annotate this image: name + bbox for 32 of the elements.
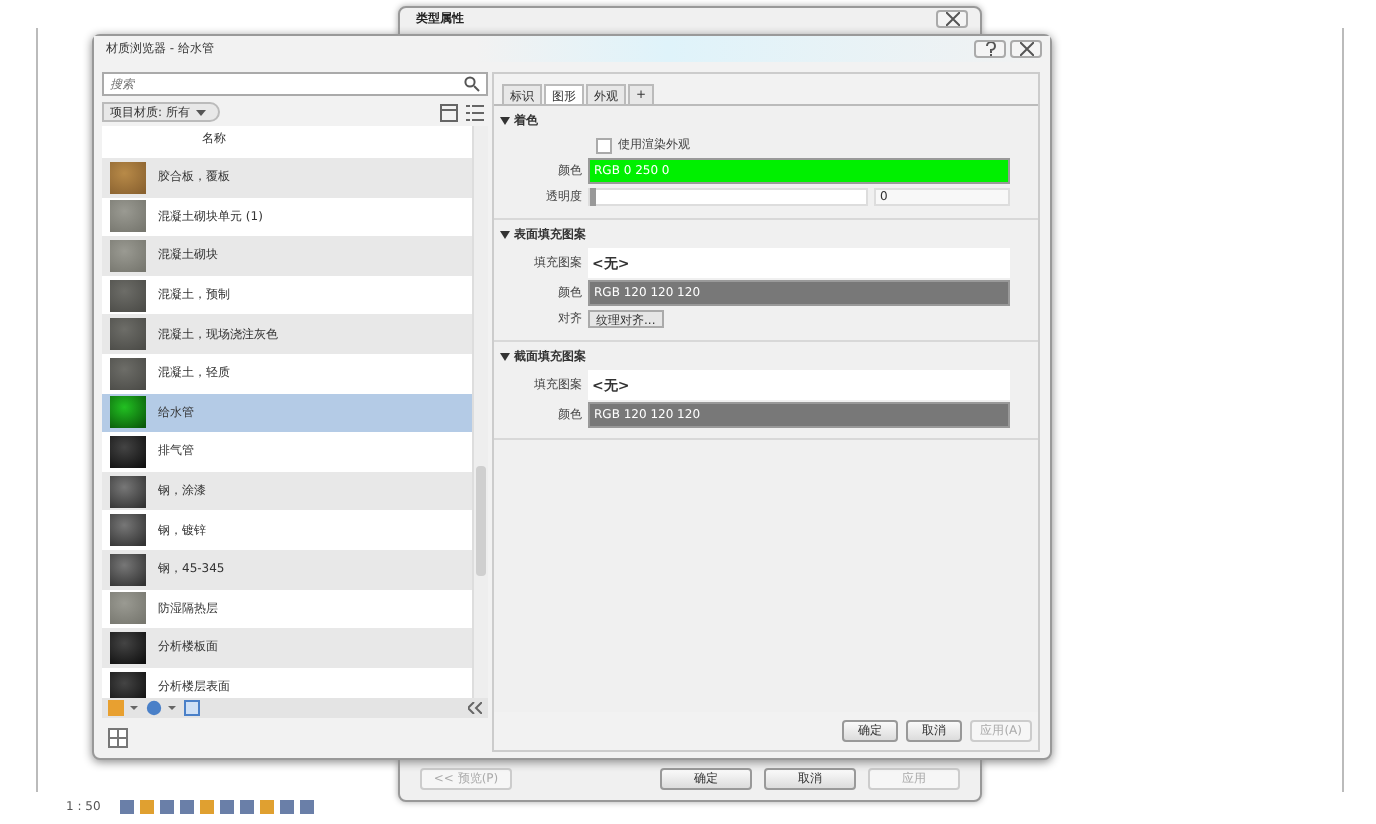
help-button[interactable] <box>974 40 1006 58</box>
search-icon <box>464 76 480 92</box>
close-button[interactable] <box>936 10 968 28</box>
checkbox[interactable] <box>596 137 612 153</box>
close-icon <box>945 12 959 26</box>
material-swatch-icon <box>110 631 146 664</box>
panel-icon[interactable] <box>440 103 458 121</box>
collapse-icon[interactable] <box>468 702 482 714</box>
window-icon[interactable] <box>184 700 200 716</box>
material-swatch-icon <box>110 396 146 429</box>
material-swatch-icon <box>110 318 146 351</box>
material-swatch-icon <box>110 357 146 390</box>
material-swatch-icon <box>110 475 146 508</box>
library-icon[interactable] <box>108 700 140 716</box>
slider-track[interactable] <box>588 188 868 206</box>
material-swatch-icon <box>110 435 146 468</box>
scrollbar-thumb[interactable] <box>476 466 486 576</box>
grid-icon[interactable] <box>108 728 128 748</box>
slider-thumb[interactable] <box>590 188 596 206</box>
material-swatch-icon <box>110 239 146 272</box>
material-swatch-icon <box>110 279 146 312</box>
caret-icon <box>195 109 206 115</box>
material-swatch-icon <box>110 553 146 586</box>
material-swatch-icon <box>110 514 146 547</box>
material-swatch-icon <box>110 200 146 233</box>
globe-icon[interactable] <box>146 700 178 716</box>
help-icon <box>985 42 995 56</box>
material-swatch-icon <box>110 592 146 625</box>
close-icon <box>1019 42 1033 56</box>
material-swatch-icon <box>110 161 146 194</box>
list-view-icon[interactable] <box>466 103 488 121</box>
close-button[interactable] <box>1010 40 1042 58</box>
